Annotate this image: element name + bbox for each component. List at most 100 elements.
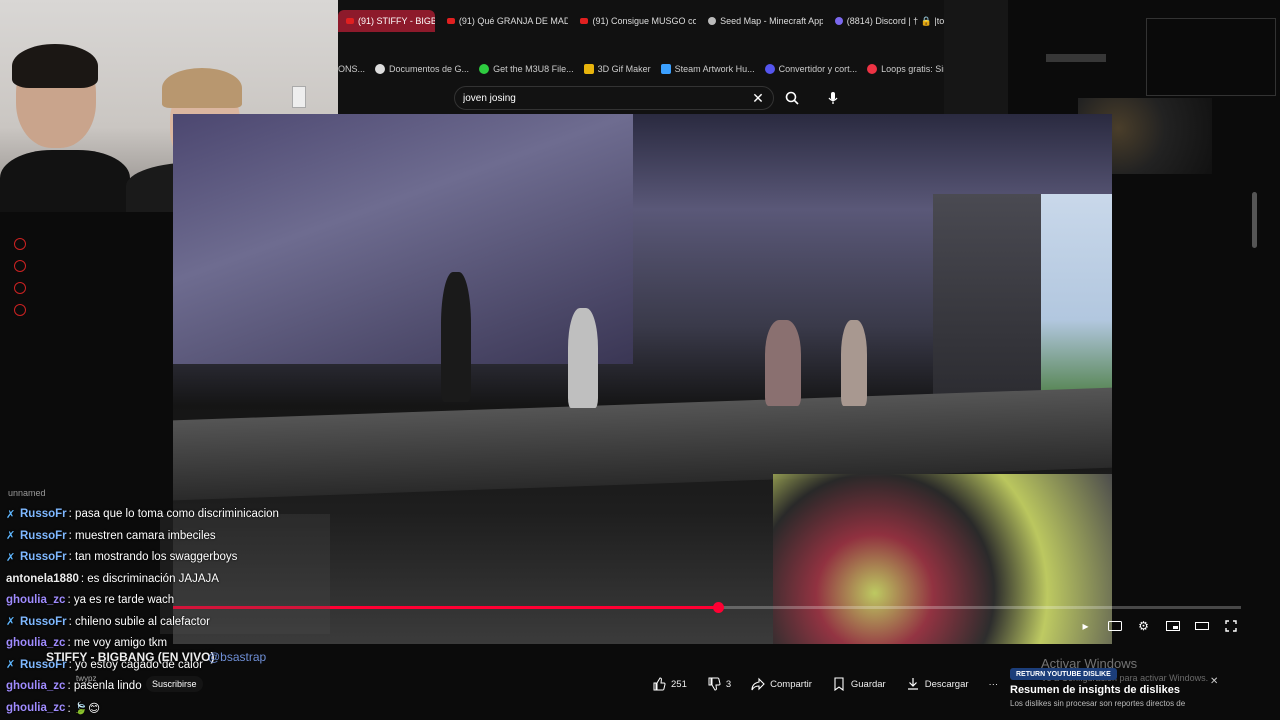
clear-search-icon[interactable]: ✕ <box>751 90 765 107</box>
settings-icon[interactable] <box>14 304 26 316</box>
youtube-icon <box>346 18 354 24</box>
tab-label: Seed Map - Minecraft App <box>720 16 823 26</box>
gif-icon <box>583 64 594 74</box>
stage-structure <box>933 194 1043 404</box>
channel-handle[interactable]: @bsastrap <box>208 650 266 664</box>
thumbs-up-icon <box>653 677 666 691</box>
google-icon <box>375 64 386 74</box>
voice-search-button[interactable] <box>822 86 844 110</box>
performer-dancer <box>568 308 598 408</box>
chat-username[interactable]: RussoFr <box>20 616 67 628</box>
chat-text: : me voy amigo tkm <box>67 637 168 649</box>
thumbs-down-icon <box>708 677 721 691</box>
loops-icon <box>867 64 878 74</box>
youtube-icon <box>446 18 455 24</box>
seed-map-icon <box>708 17 717 25</box>
bookmark-label: Steam Artwork Hu... <box>674 64 755 74</box>
bookmark-m3u8[interactable]: Get the M3U8 File... <box>479 64 574 74</box>
fullscreen-icon[interactable] <box>1221 616 1240 636</box>
channel-name[interactable]: twypz <box>76 674 96 683</box>
performer-group <box>765 320 801 406</box>
browser-window: (91) STIFFY - BIGBANG (E (91) Qué GRANJA… <box>338 0 948 118</box>
tab-musgo[interactable]: (91) Consigue MUSGO co <box>572 10 696 32</box>
webcam-person-left-body <box>0 150 130 212</box>
tab-discord[interactable]: (8814) Discord | † 🔒 |top <box>827 10 948 32</box>
download-icon <box>907 678 918 690</box>
chat-message: ✗ RussoFr: tan mostrando los swaggerboys <box>6 547 237 567</box>
bookmark-convertidor[interactable]: Convertidor y cort... <box>764 64 858 74</box>
performer-blonde <box>441 272 471 402</box>
search-button[interactable] <box>778 86 806 110</box>
performer-right <box>841 320 867 406</box>
search-icon <box>785 91 799 105</box>
discord-icon <box>834 17 843 25</box>
save-label: Guardar <box>850 678 886 690</box>
share-label: Compartir <box>770 678 812 690</box>
tab-label: (8814) Discord | † 🔒 |top <box>846 15 948 26</box>
youtube-search-box: ✕ <box>454 86 774 110</box>
chat-username[interactable]: RussoFr <box>20 551 67 563</box>
sword-badge-icon: ✗ <box>6 659 16 671</box>
bookmark-ons[interactable]: ONS... <box>338 64 365 74</box>
dislike-button[interactable]: 3 <box>707 677 731 691</box>
sword-badge-icon: ✗ <box>6 530 16 542</box>
play-icon[interactable]: ▸ <box>1076 616 1095 636</box>
crowd <box>773 474 1112 644</box>
record-icon[interactable] <box>14 238 26 250</box>
download-button[interactable]: Descargar <box>906 677 969 691</box>
close-icon[interactable]: ✕ <box>1210 676 1218 687</box>
chat-text: : es discriminación JAJAJA <box>80 572 219 585</box>
secondary-camera-dark <box>1146 18 1276 96</box>
dislike-insights-description: Los dislikes sin procesar son reportes d… <box>1010 699 1186 708</box>
dislike-count: 3 <box>725 678 732 690</box>
share-button[interactable]: Compartir <box>751 677 812 691</box>
bookmark-label: 3D Gif Maker <box>597 64 651 74</box>
search-input[interactable] <box>463 92 751 104</box>
sword-badge-icon: ✗ <box>6 551 16 564</box>
video-controls: ▸ ⚙ <box>1076 614 1240 638</box>
progress-scrubber[interactable] <box>712 602 724 613</box>
bookmark-loops[interactable]: Loops gratis: Sint <box>867 64 948 74</box>
chat-username[interactable]: antonela1880 <box>6 573 79 585</box>
gear-icon[interactable]: ⚙ <box>1134 616 1153 636</box>
sword-badge-icon: ✗ <box>6 508 16 521</box>
bookmark-documentos[interactable]: Documentos de G... <box>375 64 469 74</box>
clock-icon[interactable] <box>14 260 26 272</box>
chat-text: : tan mostrando los swaggerboys <box>68 551 238 563</box>
chat-message: ✗ RussoFr: muestren camara imbeciles <box>6 526 216 546</box>
chat-text: : muestren camara imbeciles <box>68 529 216 542</box>
tab-stiffy-bigbang[interactable]: (91) STIFFY - BIGBANG (E <box>338 10 435 32</box>
chat-message: ghoulia_zc: pasenla lindo <box>6 676 142 696</box>
save-button[interactable]: Guardar <box>832 677 886 691</box>
bookmark-steam-artwork[interactable]: Steam Artwork Hu... <box>660 64 755 74</box>
chat-username[interactable]: ghoulia_zc <box>6 680 65 692</box>
gift-icon[interactable] <box>14 282 26 294</box>
bookmark-label: ONS... <box>338 64 366 74</box>
tab-seed-map[interactable]: Seed Map - Minecraft App <box>700 10 823 32</box>
tab-granja[interactable]: (91) Qué GRANJA DE MAD <box>439 10 568 32</box>
bookmark-icon <box>834 677 844 691</box>
bookmark-label: Loops gratis: Sint <box>881 64 948 74</box>
chat-username[interactable]: RussoFr <box>20 508 67 520</box>
chat-text: : ya es re tarde wach <box>67 594 175 606</box>
video-actions: 251 3 Compartir Guardar Descargar ··· <box>652 672 998 696</box>
miniplayer-icon[interactable] <box>1163 616 1182 636</box>
bookmark-label: Convertidor y cort... <box>778 64 858 74</box>
youtube-icon <box>580 18 589 24</box>
theater-icon[interactable] <box>1192 616 1211 636</box>
extension-icon <box>479 64 490 74</box>
chat-username[interactable]: ghoulia_zc <box>6 594 65 606</box>
chat-username[interactable]: RussoFr <box>20 530 67 542</box>
more-options-button[interactable]: ··· <box>989 679 999 690</box>
like-button[interactable]: 251 <box>652 677 687 691</box>
chat-username[interactable]: ghoulia_zc <box>6 702 65 714</box>
scrollbar-thumb[interactable] <box>1252 192 1257 248</box>
chat-username[interactable]: ghoulia_zc <box>6 637 65 649</box>
chat-message: antonela1880: es discriminación JAJAJA <box>6 569 219 589</box>
bookmark-3d-gif[interactable]: 3D Gif Maker <box>583 64 651 74</box>
share-icon <box>751 677 765 691</box>
subscribe-button[interactable]: Suscribirse <box>146 676 203 692</box>
chat-cut-line: unnamed <box>8 488 46 498</box>
overlay-text-block <box>1046 54 1106 62</box>
subtitles-icon[interactable] <box>1105 616 1124 636</box>
